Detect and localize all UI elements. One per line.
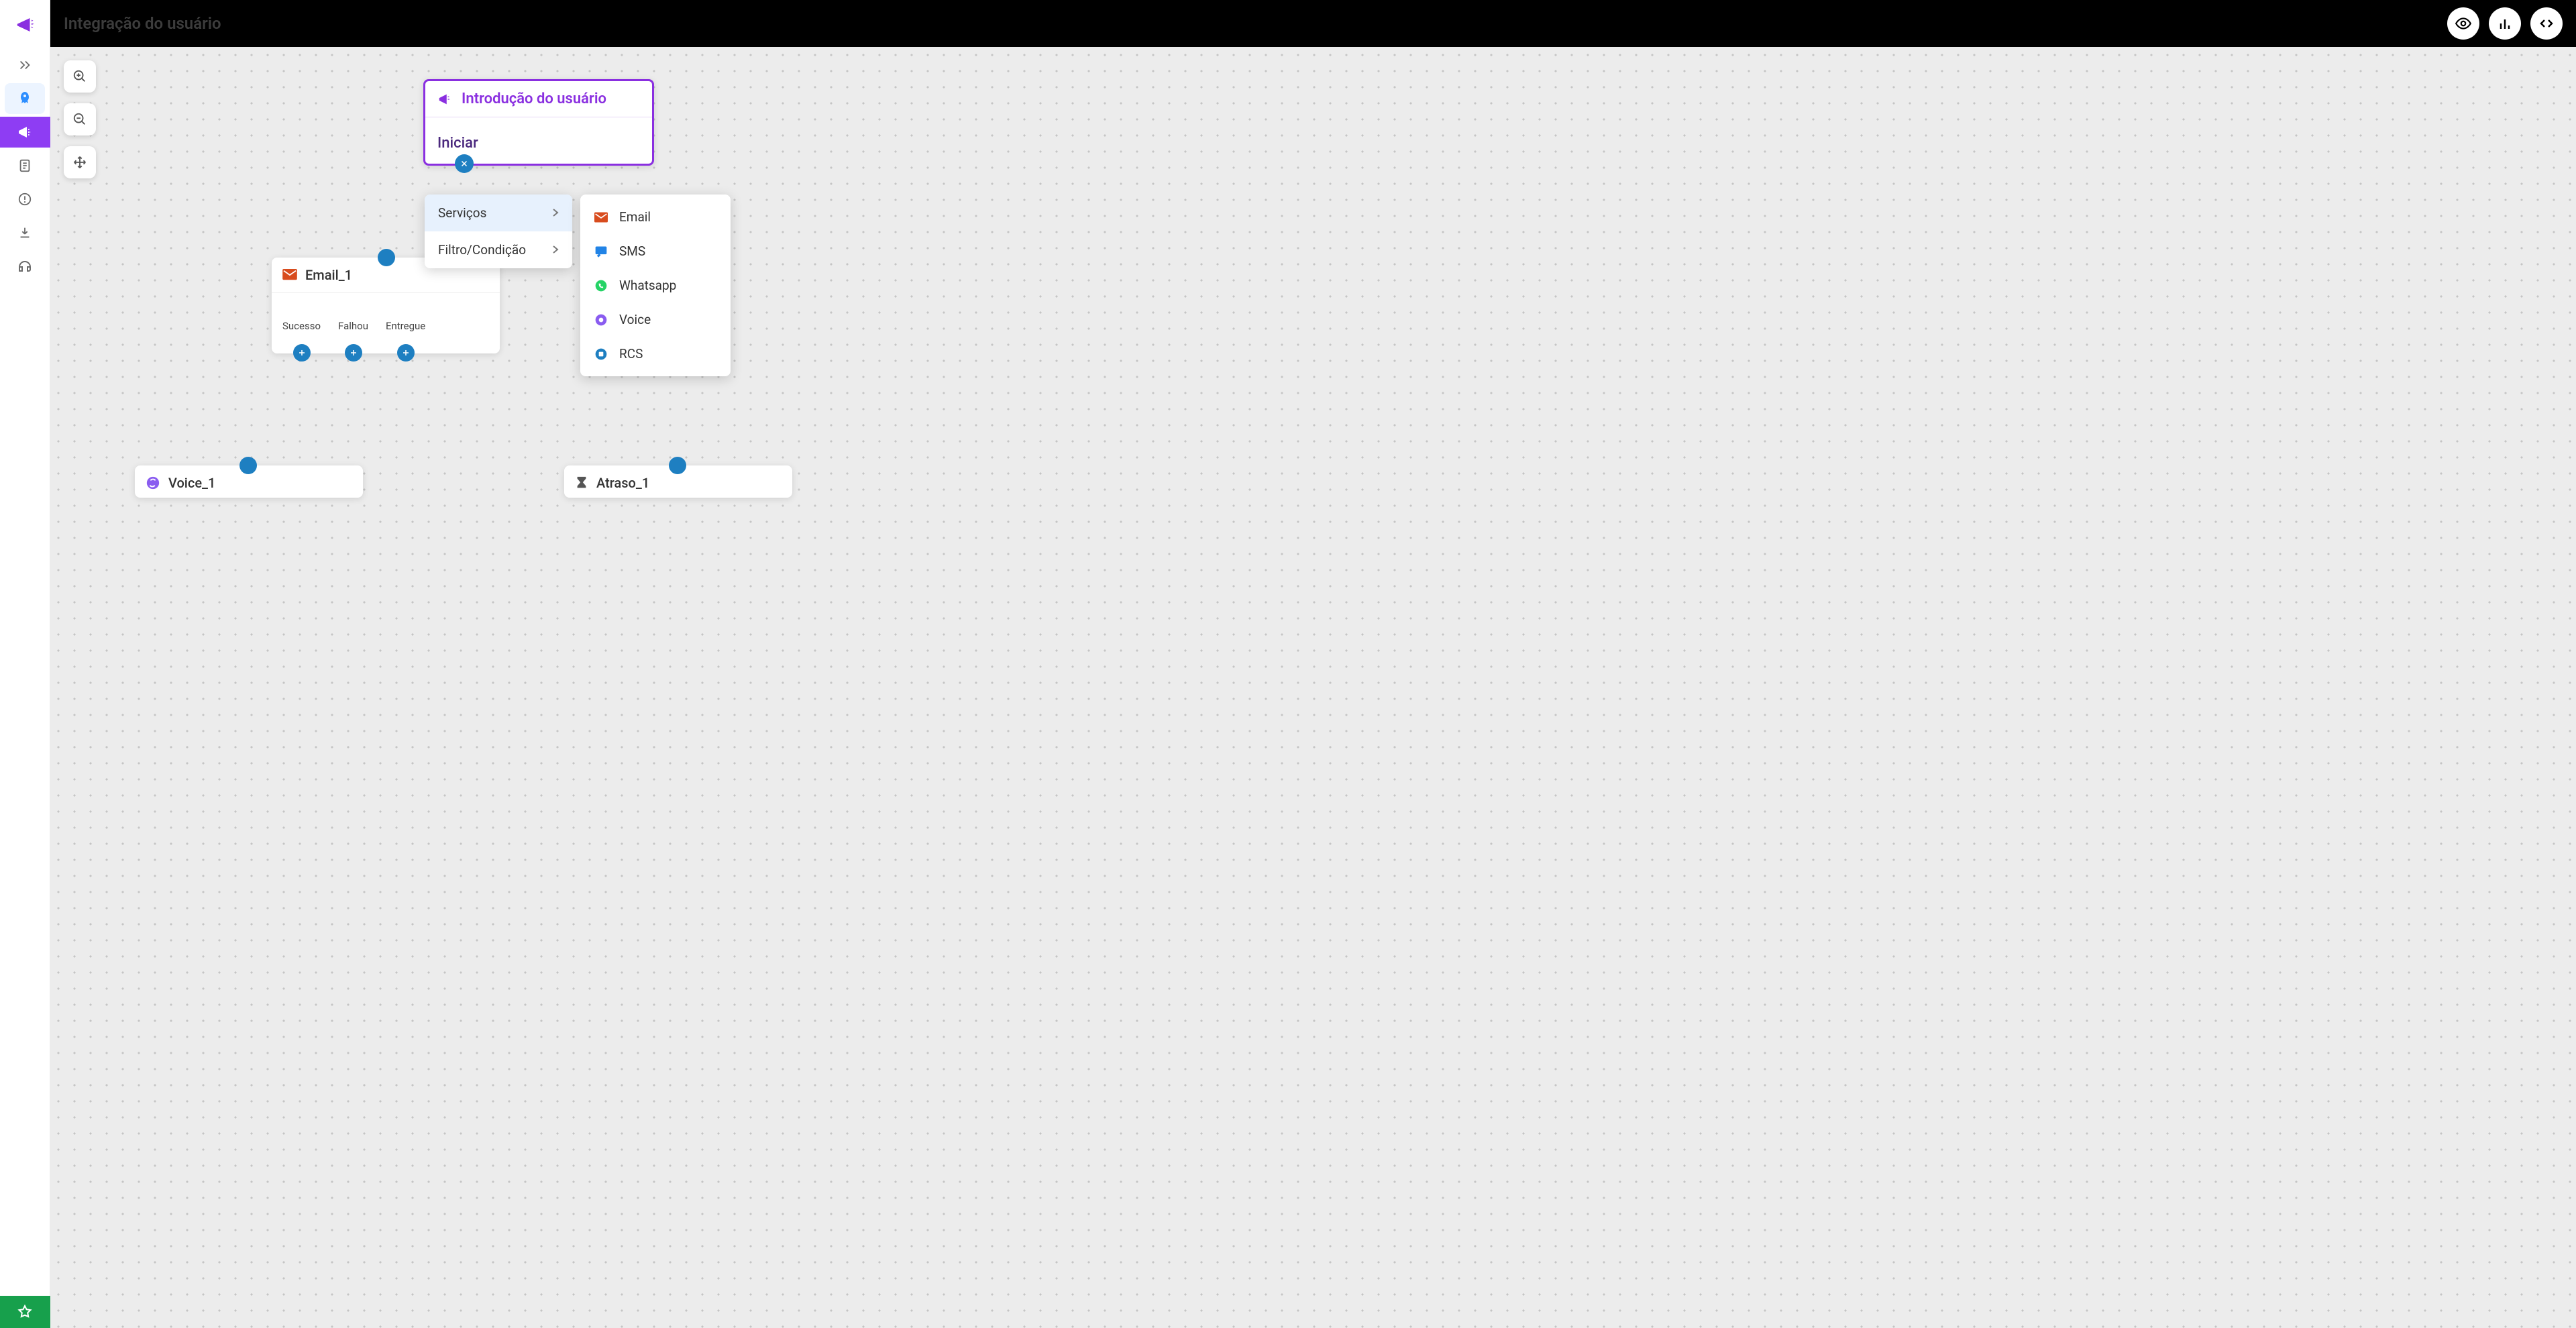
outcome-success: Sucesso: [282, 320, 321, 353]
services-submenu: Email SMS Whatsapp: [580, 195, 731, 376]
submenu-item-label: Whatsapp: [619, 278, 676, 293]
email-icon: [282, 269, 297, 281]
plus-icon: [350, 349, 358, 357]
sidebar-item-alert[interactable]: [5, 184, 45, 215]
sidebar-item-support[interactable]: [5, 251, 45, 282]
delay-node-title: Atraso_1: [596, 475, 649, 491]
menu-item-label: Filtro/Condição: [438, 242, 526, 258]
fit-button[interactable]: [64, 146, 96, 178]
zoom-in-button[interactable]: [64, 60, 96, 93]
chevron-right-icon: [552, 242, 559, 258]
add-branch-button[interactable]: [397, 344, 415, 362]
sidebar: [0, 0, 50, 1328]
analytics-button[interactable]: [2489, 7, 2521, 40]
bar-chart-icon: [2497, 15, 2513, 32]
add-branch-button[interactable]: [345, 344, 362, 362]
sidebar-item-doc[interactable]: [5, 150, 45, 181]
outcome-delivered: Entregue: [386, 320, 425, 353]
email-node-outcomes: Sucesso Falhou Entregue: [272, 293, 500, 353]
submenu-item-label: SMS: [619, 243, 645, 259]
voice-node[interactable]: Voice_1: [135, 465, 363, 498]
app-root: Integração do usuário: [0, 0, 2576, 1328]
intro-node-header: Introdução do usuário: [425, 81, 652, 117]
code-icon: [2538, 15, 2555, 32]
star-icon: [17, 1304, 33, 1320]
whatsapp-icon: [594, 279, 608, 292]
plus-icon: [402, 349, 410, 357]
zoom-in-icon: [72, 69, 87, 84]
main-area: Integração do usuário: [50, 0, 2576, 1328]
rocket-icon: [17, 91, 33, 107]
chevron-right-icon: [552, 205, 559, 221]
flow-canvas[interactable]: Introdução do usuário Iniciar Email_1 Su…: [50, 47, 2576, 1328]
zoom-out-button[interactable]: [64, 103, 96, 135]
header: Integração do usuário: [50, 0, 2576, 47]
submenu-item-sms[interactable]: SMS: [580, 234, 731, 268]
outcome-label: Sucesso: [282, 320, 321, 332]
node-inlet-port[interactable]: [669, 457, 686, 474]
submenu-item-rcs[interactable]: RCS: [580, 337, 731, 371]
menu-item-filter[interactable]: Filtro/Condição: [425, 231, 572, 268]
preview-button[interactable]: [2447, 7, 2479, 40]
sms-icon: [594, 245, 608, 258]
zoom-controls: [64, 60, 96, 178]
intro-node-close-button[interactable]: [455, 154, 474, 173]
submenu-item-whatsapp[interactable]: Whatsapp: [580, 268, 731, 302]
zoom-out-icon: [72, 112, 87, 127]
submenu-item-label: Email: [619, 209, 651, 225]
voice-icon: [146, 476, 160, 490]
document-icon: [17, 158, 32, 173]
node-type-menu: Serviços Filtro/Condição: [425, 195, 572, 268]
app-logo: [12, 12, 38, 38]
alert-icon: [17, 192, 32, 207]
download-icon: [17, 225, 32, 240]
page-title: Integração do usuário: [64, 14, 221, 33]
rcs-icon: [594, 347, 608, 361]
submenu-item-label: Voice: [619, 312, 651, 327]
add-branch-button[interactable]: [293, 344, 311, 362]
voice-icon: [594, 313, 608, 327]
move-icon: [72, 155, 87, 170]
email-node[interactable]: Email_1 Sucesso Falhou: [272, 258, 500, 353]
email-icon: [594, 212, 608, 223]
voice-node-title: Voice_1: [168, 475, 215, 491]
close-icon: [460, 160, 468, 168]
outcome-label: Entregue: [386, 320, 425, 332]
email-node-title: Email_1: [305, 267, 352, 283]
sidebar-item-campaign[interactable]: [0, 117, 50, 148]
plus-icon: [298, 349, 306, 357]
sidebar-star-button[interactable]: [0, 1296, 50, 1328]
outcome-failed: Falhou: [338, 320, 368, 353]
intro-node[interactable]: Introdução do usuário Iniciar: [423, 79, 654, 166]
intro-node-title: Introdução do usuário: [462, 91, 606, 107]
chevron-double-right-icon: [17, 58, 32, 72]
submenu-item-label: RCS: [619, 346, 643, 362]
sidebar-item-download[interactable]: [5, 217, 45, 248]
submenu-item-voice[interactable]: Voice: [580, 302, 731, 337]
outcome-label: Falhou: [338, 320, 368, 332]
megaphone-icon: [437, 92, 452, 107]
hourglass-icon: [575, 476, 588, 490]
node-inlet-port[interactable]: [378, 249, 395, 266]
delay-node[interactable]: Atraso_1: [564, 465, 792, 498]
node-inlet-port[interactable]: [239, 457, 257, 474]
megaphone-icon: [17, 124, 33, 140]
submenu-item-email[interactable]: Email: [580, 200, 731, 234]
sidebar-item-launch[interactable]: [5, 83, 45, 114]
code-button[interactable]: [2530, 7, 2563, 40]
menu-item-label: Serviços: [438, 205, 486, 221]
menu-item-services[interactable]: Serviços: [425, 195, 572, 231]
sidebar-expand-button[interactable]: [5, 50, 45, 80]
eye-icon: [2455, 15, 2472, 32]
headset-icon: [17, 258, 33, 274]
